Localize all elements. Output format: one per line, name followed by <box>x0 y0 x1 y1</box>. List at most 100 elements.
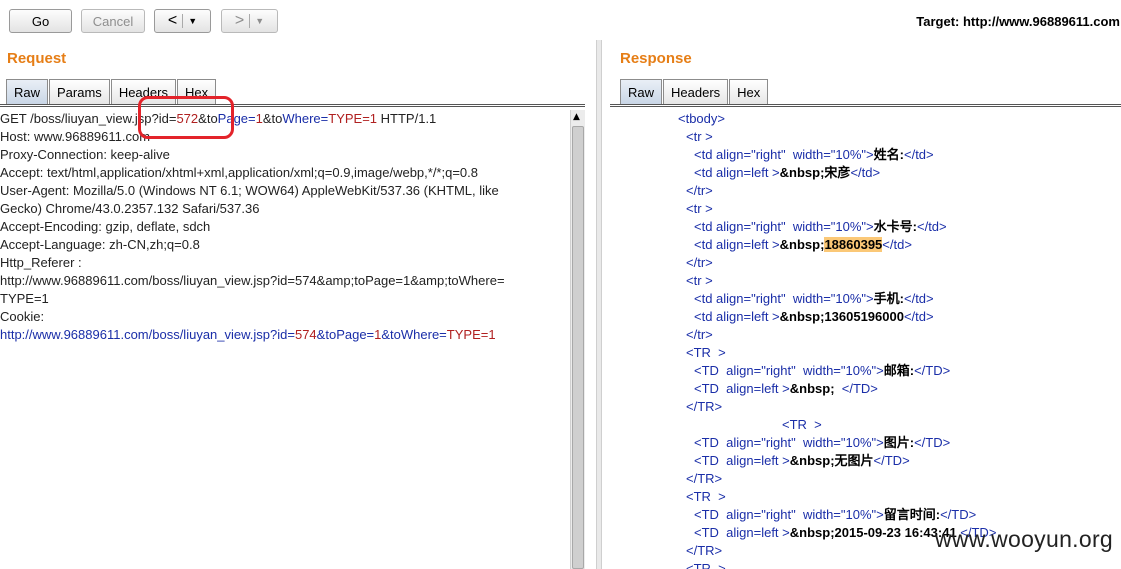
response-line: <tr > <box>610 200 1121 218</box>
pane-splitter[interactable] <box>596 40 602 569</box>
html-tag: <TR > <box>686 489 726 504</box>
header-line: Proxy-Connection: keep-alive <box>0 147 170 162</box>
html-tag: </tr> <box>686 327 713 342</box>
header-line: Gecko) Chrome/43.0.2357.132 Safari/537.3… <box>0 201 260 216</box>
html-tag: <td align=left > <box>694 309 780 324</box>
html-tag: <TD align="right" width="10%"> <box>694 363 884 378</box>
html-close-tag: </TD> <box>841 381 878 396</box>
response-title: Response <box>620 50 692 67</box>
scroll-up-icon[interactable]: ▲ <box>573 112 580 122</box>
back-button[interactable]: < ▼ <box>154 9 211 33</box>
html-close-tag: </td> <box>850 165 881 180</box>
cancel-button[interactable]: Cancel <box>81 9 145 33</box>
response-line: <tr > <box>610 128 1121 146</box>
forward-button[interactable]: > ▼ <box>221 9 278 33</box>
header-line: Cookie: <box>0 309 45 324</box>
cancel-label: Cancel <box>92 13 134 29</box>
html-tag: </tr> <box>686 255 713 270</box>
header-line: Accept: text/html,application/xhtml+xml,… <box>0 165 478 180</box>
go-button[interactable]: Go <box>9 9 72 33</box>
response-tab-headers[interactable]: Headers <box>663 79 729 104</box>
target-label[interactable]: Target: http://www.96889611.com <box>916 14 1120 29</box>
html-tag: <tr > <box>686 273 713 288</box>
response-line: <TR > <box>610 416 1121 434</box>
response-line: </tr> <box>610 182 1121 200</box>
cell-text: 手机: <box>873 291 904 306</box>
html-close-tag: </TD> <box>940 507 977 522</box>
header-line: User-Agent: Mozilla/5.0 (Windows NT 6.1;… <box>0 183 499 198</box>
toolbar: Go Cancel < ▼ > ▼ Target: http://www.968… <box>0 0 1121 44</box>
request-editor[interactable]: GET /boss/liuyan_view.jsp?id=572&toPage=… <box>0 110 570 569</box>
html-tag: <td align="right" width="10%"> <box>694 147 874 162</box>
request-tab-divider <box>0 104 585 107</box>
cell-text: &nbsp; <box>779 237 825 252</box>
html-close-tag: </td> <box>916 219 947 234</box>
html-tag: <tr > <box>686 201 713 216</box>
cell-text: &nbsp;宋彦 <box>779 165 851 180</box>
response-line: <TD align="right" width="10%">留言时间:</TD> <box>610 506 1121 524</box>
cell-text: 水卡号: <box>873 219 917 234</box>
response-line: <TD align="right" width="10%">邮箱:</TD> <box>610 362 1121 380</box>
response-line: <TR > <box>610 488 1121 506</box>
html-tag: </TR> <box>686 543 723 558</box>
response-line: <tbody> <box>610 110 1121 128</box>
html-tag: <TD align="right" width="10%"> <box>694 507 884 522</box>
header-line: Host: www.96889611.com <box>0 129 151 144</box>
html-tag: <td align=left > <box>694 165 780 180</box>
html-tag: <TD align=left > <box>694 381 790 396</box>
cell-text: 邮箱: <box>883 363 915 378</box>
html-tag: </TR> <box>686 399 723 414</box>
cell-text: &nbsp; <box>789 381 842 396</box>
html-tag: <TR > <box>686 561 726 569</box>
cell-text: &nbsp;无图片 <box>789 453 874 468</box>
html-tag: <td align="right" width="10%"> <box>694 219 874 234</box>
html-tag: <TR > <box>782 417 822 432</box>
response-line: <TD align=left >&nbsp; </TD> <box>610 380 1121 398</box>
cell-text: 图片: <box>883 435 915 450</box>
response-line: </TR> <box>610 470 1121 488</box>
response-tab-raw[interactable]: Raw <box>620 79 663 104</box>
request-tab-raw[interactable]: Raw <box>6 79 49 104</box>
response-line: <TD align="right" width="10%">图片:</TD> <box>610 434 1121 452</box>
back-dropdown-icon[interactable]: ▼ <box>188 16 197 26</box>
cell-text: &nbsp;13605196000 <box>779 309 904 324</box>
response-line: <td align="right" width="10%">水卡号:</td> <box>610 218 1121 236</box>
html-tag: <TD align=left > <box>694 525 790 540</box>
response-line: </tr> <box>610 326 1121 344</box>
response-line: <td align="right" width="10%">姓名:</td> <box>610 146 1121 164</box>
request-line: GET /boss/liuyan_view.jsp?id=572&toPage=… <box>0 111 437 126</box>
response-line: <TR > <box>610 344 1121 362</box>
response-line: </TR> <box>610 398 1121 416</box>
html-close-tag: </td> <box>903 291 934 306</box>
forward-dropdown-icon[interactable]: ▼ <box>255 16 264 26</box>
header-line: TYPE=1 <box>0 291 49 306</box>
go-label: Go <box>31 13 50 29</box>
cell-text: 姓名: <box>873 147 904 162</box>
html-close-tag: </td> <box>903 309 934 324</box>
html-close-tag: </TD> <box>914 363 951 378</box>
forward-arrow-icon: > <box>234 12 245 29</box>
annotation-highlight-box <box>138 96 234 139</box>
html-tag: <td align="right" width="10%"> <box>694 291 874 306</box>
response-editor[interactable]: <tbody> <tr > <td align="right" width="10%… <box>610 110 1121 569</box>
request-scrollbar[interactable]: ▲ <box>570 110 585 569</box>
request-scroll-thumb[interactable] <box>572 126 584 569</box>
response-line: <TD align=left >&nbsp;无图片</TD> <box>610 452 1121 470</box>
response-tab-hex[interactable]: Hex <box>729 79 769 104</box>
search-highlight: 18860395 <box>824 237 883 252</box>
response-tab-divider <box>610 104 1121 107</box>
response-line: <td align=left >&nbsp;宋彦</td> <box>610 164 1121 182</box>
html-tag: </tr> <box>686 183 713 198</box>
header-line: Accept-Language: zh-CN,zh;q=0.8 <box>0 237 200 252</box>
html-close-tag: </td> <box>903 147 934 162</box>
html-tag: <TD align=left > <box>694 453 790 468</box>
html-close-tag: </td> <box>882 237 912 252</box>
request-title: Request <box>7 50 67 67</box>
cookie-line: http://www.96889611.com/boss/liuyan_view… <box>0 327 496 342</box>
response-line: <tr > <box>610 272 1121 290</box>
request-tab-params[interactable]: Params <box>49 79 110 104</box>
html-tag: <td align=left > <box>694 237 780 252</box>
html-tag: <TD align="right" width="10%"> <box>694 435 884 450</box>
header-line: http://www.96889611.com/boss/liuyan_view… <box>0 273 505 288</box>
header-line: Accept-Encoding: gzip, deflate, sdch <box>0 219 211 234</box>
